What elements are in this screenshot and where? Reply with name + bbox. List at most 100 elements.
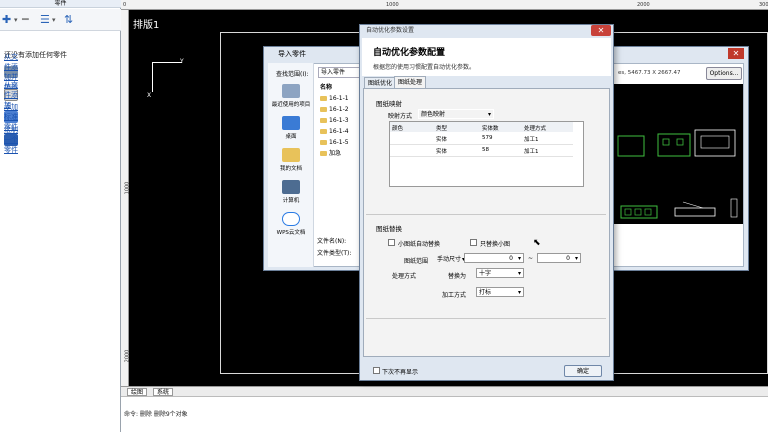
chevron-down-icon[interactable]: ▾ [52, 14, 56, 26]
tab-system[interactable]: 系统 [153, 388, 174, 396]
folder-icon [320, 96, 327, 101]
section-divider [366, 318, 606, 319]
folder-icon [320, 151, 327, 156]
place-label: 计算机 [282, 198, 300, 204]
cell-count: 58 [482, 147, 489, 153]
row-divider [390, 144, 573, 145]
drawing-size-text: es, 5467.73 X 2667.47 [618, 70, 681, 76]
mapping-mode-select[interactable]: 颜色映射 [418, 109, 494, 119]
method-label: 加工方式 [442, 292, 467, 299]
recent-icon [282, 84, 300, 98]
mouse-cursor-icon: ⬉ [533, 238, 541, 248]
computer-icon [282, 180, 300, 194]
drawing-preview [613, 84, 743, 224]
preview-drawing [617, 129, 738, 219]
dont-show-again-checkbox[interactable] [373, 367, 380, 374]
desktop-icon [282, 116, 300, 130]
mapping-section-title: 图纸映射 [376, 100, 402, 108]
ruler-tick-label: 2000 [124, 349, 131, 363]
column-header[interactable]: 颜色 [392, 124, 403, 132]
remove-icon[interactable]: ━ [22, 14, 29, 26]
file-item[interactable]: 16-1-5 [320, 138, 349, 147]
column-header[interactable]: 类型 [436, 124, 447, 132]
add-and-edit-from-file-link[interactable]: 从文件添加并编辑 [4, 53, 22, 91]
place-computer[interactable]: 计算机 [268, 180, 314, 204]
place-recent[interactable]: 最近使用的项目 [268, 84, 314, 108]
dialog-window-title: 自动优化参数设置 [366, 27, 415, 34]
range-from-input[interactable]: 0 [464, 253, 524, 263]
file-name: 16-1-5 [329, 139, 349, 146]
column-header[interactable]: 处理方式 [524, 124, 546, 132]
link-label: 绘制一个零件 [4, 126, 18, 154]
list-view-icon[interactable]: ☰ [40, 14, 50, 26]
column-header-name[interactable]: 名称 [320, 83, 332, 92]
place-wps-cloud[interactable]: WPS云文档 [268, 212, 314, 236]
file-item[interactable]: 16-1-1 [320, 94, 349, 103]
range-tilde: ~ [528, 255, 534, 262]
file-item[interactable]: 16-1-3 [320, 116, 349, 125]
replace-section-title: 图纸替换 [376, 225, 402, 233]
ruler-tick-label: 1000 [124, 181, 131, 195]
dont-show-again-label: 下次不再显示 [382, 369, 419, 376]
method-select[interactable]: 打标 [476, 287, 524, 297]
file-name: 16-1-2 [329, 106, 349, 113]
row-divider [390, 156, 573, 157]
look-in-label: 查找范围(I): [276, 71, 309, 78]
command-output: 命令: 删除 删除9个对象 [124, 411, 188, 418]
layout-title: 排版1 [133, 20, 160, 31]
process-label: 处理方式 [392, 273, 417, 280]
ruler-tick-label: 2000 [637, 2, 650, 8]
dialog-heading: 自动优化参数配置 [373, 48, 446, 58]
replace-with-select[interactable]: 十字 [476, 268, 524, 278]
sort-icon[interactable]: ⇅ [64, 14, 73, 26]
section-divider [366, 214, 606, 215]
range-to-input[interactable]: 0 [537, 253, 581, 263]
current-folder-select[interactable]: 导入零件 [318, 67, 360, 78]
filetype-label: 文件类型(T): [317, 250, 352, 257]
add-from-file-link[interactable]: 从文件添加 [4, 81, 22, 109]
file-name: 16-1-1 [329, 95, 349, 102]
mapping-mode-label: 映射方式 [388, 113, 413, 120]
place-label: 桌面 [285, 134, 297, 140]
add-standard-part-link[interactable]: 添加标准零件 [4, 103, 22, 131]
ruler-tick-label: 0 [123, 2, 127, 8]
cell-process[interactable]: 加工1 [524, 147, 539, 155]
close-icon[interactable]: ✕ [591, 25, 611, 36]
cell-process[interactable]: 加工1 [524, 135, 539, 143]
range-select[interactable]: 手动尺寸 [434, 254, 468, 264]
folder-icon [320, 118, 327, 123]
cloud-icon [282, 212, 300, 226]
file-item[interactable]: 16-1-2 [320, 105, 349, 114]
ruler-tick-label: 3000 [759, 2, 768, 8]
file-name: 加急 [329, 150, 342, 157]
parts-panel-title: 零件 [0, 0, 121, 8]
filename-label: 文件名(N): [317, 238, 347, 245]
place-desktop[interactable]: 桌面 [268, 116, 314, 140]
auto-small-replace-checkbox[interactable] [388, 239, 395, 246]
auto-small-replace-label: 小图纸自动替换 [398, 241, 441, 248]
add-icon[interactable]: ✚ [2, 14, 11, 26]
place-documents[interactable]: 我的文档 [268, 148, 314, 172]
top-ruler: 0 1000 2000 3000 [121, 0, 768, 10]
tab-drawing[interactable]: 绘图 [127, 388, 148, 396]
file-item[interactable]: 加急 [320, 149, 341, 158]
chevron-down-icon[interactable]: ▾ [14, 14, 18, 26]
close-icon[interactable]: ✕ [728, 48, 744, 59]
ruler-tick-label: 1000 [386, 2, 399, 8]
table-row[interactable] [392, 134, 432, 143]
axis-label-y: Y [180, 58, 184, 65]
draw-part-link[interactable]: 绘制一个零件 [4, 126, 22, 154]
place-label: WPS云文档 [276, 230, 306, 236]
file-item[interactable]: 16-1-4 [320, 127, 349, 136]
column-header[interactable]: 实体数 [482, 124, 499, 132]
ok-button[interactable]: 确定 [564, 365, 602, 377]
file-name: 16-1-4 [329, 128, 349, 135]
command-line[interactable] [121, 396, 768, 432]
canvas-tab-bar: 绘图 系统 [121, 386, 768, 396]
left-ruler: 1000 2000 [121, 10, 131, 386]
options-button[interactable]: Options... [706, 67, 742, 80]
axis-label-x: X [147, 92, 152, 99]
place-label: 最近使用的项目 [271, 102, 311, 108]
only-small-label: 只替换小图 [480, 241, 511, 248]
only-small-checkbox[interactable] [470, 239, 477, 246]
